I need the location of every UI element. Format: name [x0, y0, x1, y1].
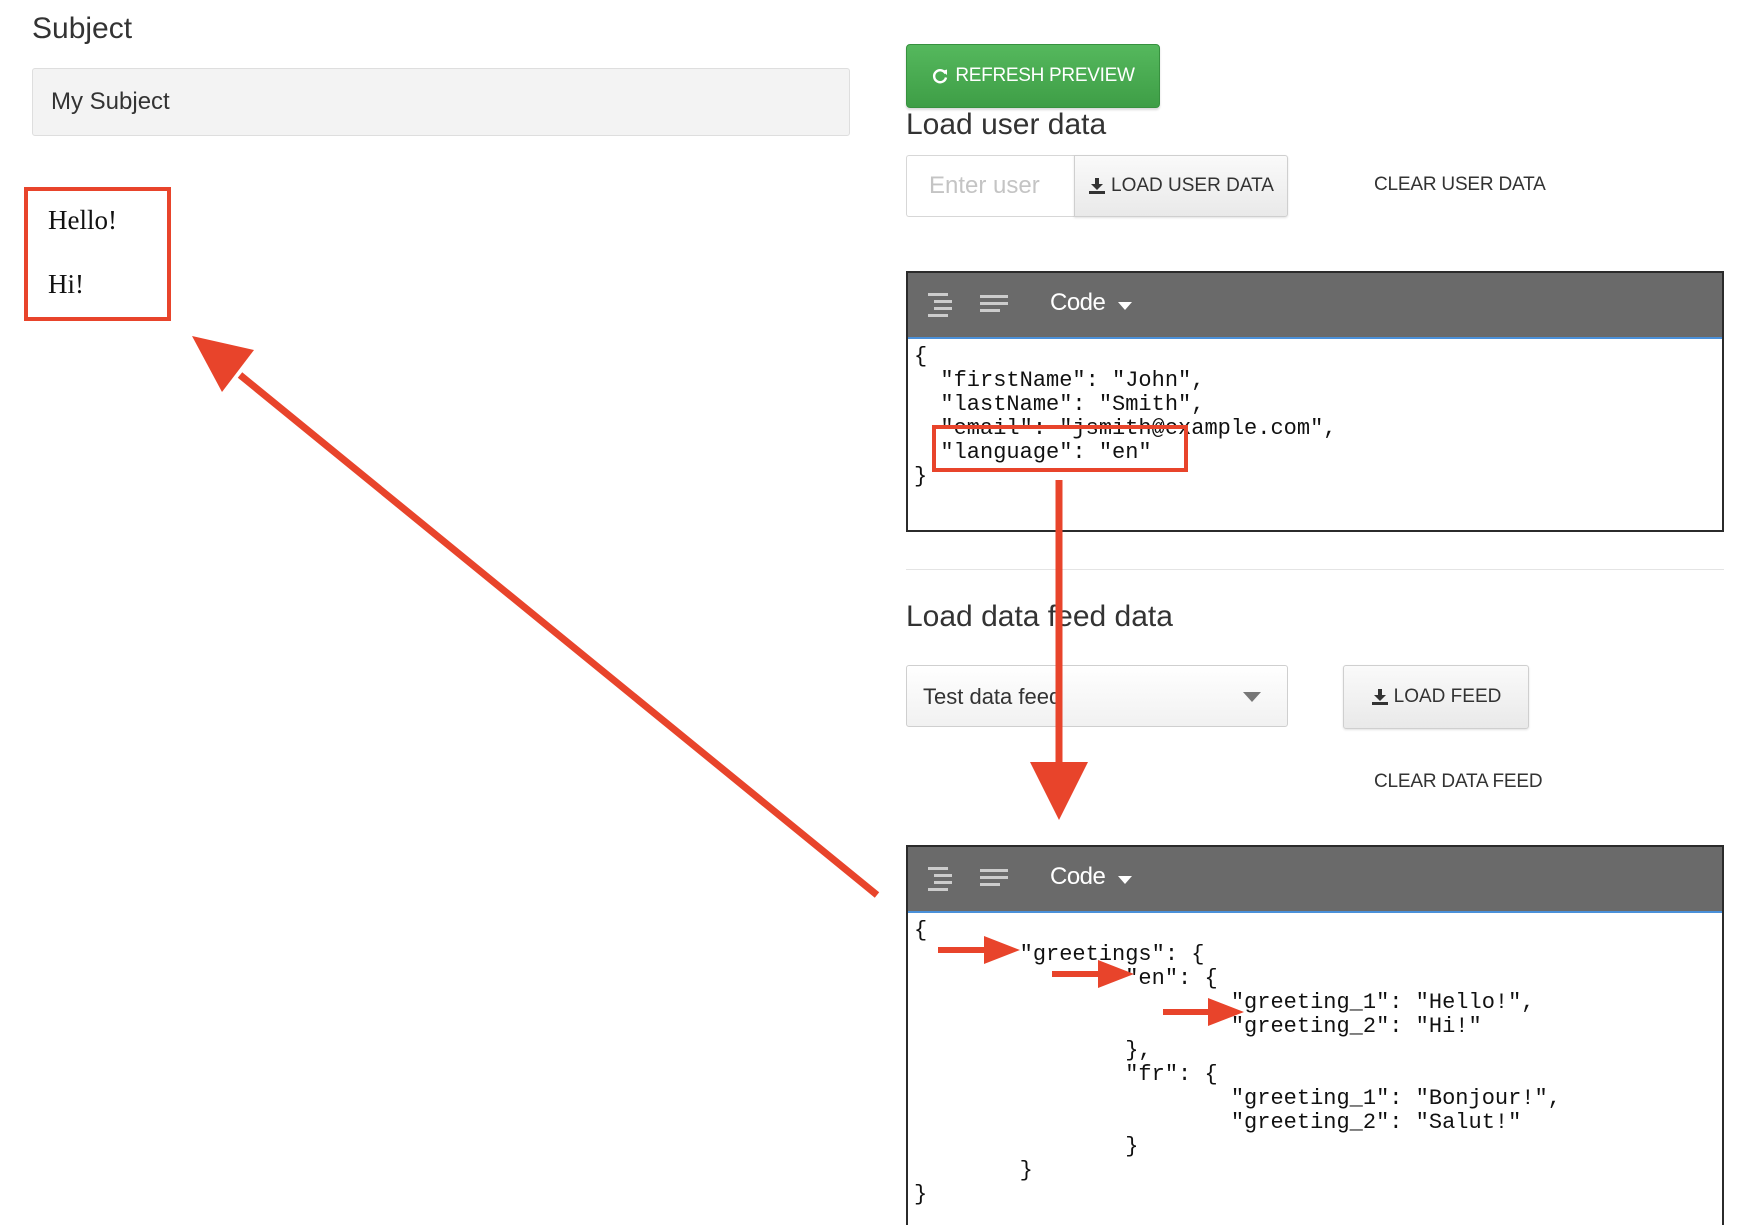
editor-toolbar: Code	[908, 273, 1722, 339]
compact-format-icon[interactable]	[978, 865, 1010, 893]
chevron-down-icon	[1118, 302, 1132, 310]
download-icon	[1371, 689, 1388, 705]
user-data-code[interactable]: { "firstName": "John", "lastName": "Smit…	[908, 339, 1722, 489]
email-preview: Hello! Hi!	[24, 187, 171, 321]
subject-input[interactable]	[32, 68, 850, 136]
preview-greeting-1: Hello!	[48, 205, 117, 235]
data-feed-select[interactable]: Test data feed	[906, 665, 1288, 727]
load-user-data-label: LOAD USER DATA	[1111, 175, 1274, 196]
format-indent-icon[interactable]	[924, 291, 956, 319]
chevron-down-icon	[1243, 692, 1261, 702]
enter-user-input[interactable]	[906, 155, 1074, 217]
section-divider	[906, 569, 1724, 570]
data-feed-editor[interactable]: Code { "greetings": { "en": { "greeting_…	[906, 845, 1724, 1225]
compact-format-icon[interactable]	[978, 291, 1010, 319]
load-user-data-heading: Load user data	[906, 108, 1107, 141]
data-feed-select-value: Test data feed	[923, 684, 1062, 709]
editor-mode-dropdown[interactable]: Code	[1050, 863, 1106, 891]
load-feed-label: LOAD FEED	[1393, 686, 1502, 707]
user-data-editor[interactable]: Code { "firstName": "John", "lastName": …	[906, 271, 1724, 532]
refresh-preview-label: REFRESH PREVIEW	[955, 65, 1135, 86]
subject-label: Subject	[32, 12, 133, 45]
refresh-icon	[933, 69, 948, 84]
clear-user-data-link[interactable]: CLEAR USER DATA	[1374, 174, 1546, 196]
refresh-preview-button[interactable]: REFRESH PREVIEW	[906, 44, 1160, 108]
chevron-down-icon	[1118, 876, 1132, 884]
load-user-data-button[interactable]: LOAD USER DATA	[1074, 155, 1288, 217]
load-data-feed-heading: Load data feed data	[906, 600, 1173, 633]
arrow-to-preview	[192, 336, 880, 898]
load-feed-button[interactable]: LOAD FEED	[1343, 665, 1529, 729]
preview-greeting-2: Hi!	[48, 269, 84, 299]
editor-toolbar: Code	[908, 847, 1722, 913]
download-icon	[1089, 178, 1106, 194]
editor-mode-dropdown[interactable]: Code	[1050, 289, 1106, 317]
format-indent-icon[interactable]	[924, 865, 956, 893]
data-feed-code[interactable]: { "greetings": { "en": { "greeting_1": "…	[908, 913, 1722, 1207]
clear-data-feed-link[interactable]: CLEAR DATA FEED	[1374, 771, 1543, 793]
